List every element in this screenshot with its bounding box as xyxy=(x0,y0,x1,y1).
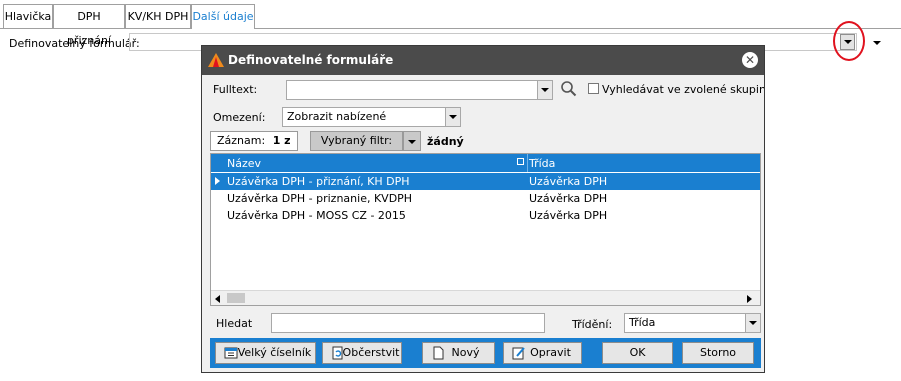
cell-name: Uzávěrka DPH - MOSS CZ - 2015 xyxy=(227,209,406,222)
cell-class: Uzávěrka DPH xyxy=(529,192,608,205)
forms-table: Název Třída Uzávěrka DPH - přiznání, KH … xyxy=(210,153,761,306)
trideni-dropdown-button[interactable] xyxy=(745,314,760,332)
highlight-circle xyxy=(833,21,865,61)
horizontal-scrollbar[interactable] xyxy=(211,290,760,305)
ok-button[interactable]: OK xyxy=(602,342,673,364)
trideni-label: Třídění: xyxy=(572,318,613,331)
refresh-label: Občerstvit xyxy=(342,346,400,359)
definable-forms-dialog: Definovatelné formuláře ✕ Fulltext: Vyhl… xyxy=(201,45,765,373)
search-group-label: Vyhledávat ve zvolené skupině / t xyxy=(602,83,764,96)
filter-dropdown-button[interactable] xyxy=(403,131,421,151)
column-divider xyxy=(527,154,528,172)
new-label: Nový xyxy=(451,346,480,359)
tab-label: Další údaje xyxy=(192,10,254,23)
scroll-left-icon[interactable] xyxy=(215,295,220,303)
cell-name: Uzávěrka DPH - priznanie, KVDPH xyxy=(227,192,413,205)
table-row[interactable]: Uzávěrka DPH - priznanie, KVDPH Uzávěrka… xyxy=(211,190,760,207)
tab-label: Hlavička xyxy=(4,10,52,23)
close-icon[interactable]: ✕ xyxy=(742,52,758,68)
row-pointer-icon xyxy=(215,177,220,185)
tab-hlavicka[interactable]: Hlavička xyxy=(3,4,53,28)
filter-value: žádný xyxy=(427,135,464,148)
cancel-label: Storno xyxy=(699,346,737,359)
scroll-thumb[interactable] xyxy=(227,293,245,303)
dialog-button-bar: Velký číselník Občerstvit Nový Opravit O… xyxy=(210,338,761,368)
chevron-down-icon xyxy=(541,88,549,92)
big-list-button[interactable]: Velký číselník xyxy=(215,342,316,364)
column-header-nazev[interactable]: Název xyxy=(227,157,261,170)
hledat-label: Hledat xyxy=(216,317,253,330)
definable-form-label: Definovatelný formulář: xyxy=(9,37,140,50)
fulltext-input[interactable] xyxy=(286,80,553,100)
record-counter: Záznam: 1 z 3 xyxy=(210,131,298,165)
cancel-button[interactable]: Storno xyxy=(682,342,754,364)
new-button[interactable]: Nový xyxy=(422,342,495,364)
refresh-icon xyxy=(332,346,343,360)
hledat-input[interactable] xyxy=(271,313,545,333)
record-label: Záznam: xyxy=(217,134,266,147)
column-options-icon[interactable] xyxy=(517,158,524,165)
omezeni-select[interactable]: Zobrazit nabízené xyxy=(282,107,461,127)
cell-name: Uzávěrka DPH - přiznání, KH DPH xyxy=(227,175,410,188)
omezeni-value: Zobrazit nabízené xyxy=(287,110,387,123)
filter-label: Vybraný filtr: xyxy=(320,134,393,147)
tab-kv-kh-dph[interactable]: KV/KH DPH xyxy=(125,4,191,28)
cell-class: Uzávěrka DPH xyxy=(529,175,608,188)
refresh-button[interactable]: Občerstvit xyxy=(322,342,402,364)
search-icon[interactable] xyxy=(560,80,577,97)
column-header-trida[interactable]: Třída xyxy=(529,157,555,170)
trideni-select[interactable]: Třída xyxy=(624,313,761,333)
app-logo-icon xyxy=(208,53,224,67)
big-list-label: Velký číselník xyxy=(237,346,312,359)
scroll-right-icon[interactable] xyxy=(747,295,752,303)
search-group-checkbox[interactable] xyxy=(588,83,599,94)
new-document-icon xyxy=(433,346,444,360)
table-row[interactable]: Uzávěrka DPH - MOSS CZ - 2015 Uzávěrka D… xyxy=(211,207,760,224)
tab-dalsi-udaje[interactable]: Další údaje xyxy=(191,4,255,29)
tab-dph-priznani[interactable]: DPH přiznání xyxy=(53,4,125,47)
omezeni-label: Omezení: xyxy=(213,111,266,124)
cell-class: Uzávěrka DPH xyxy=(529,209,608,222)
trideni-value: Třída xyxy=(629,316,656,329)
edit-pencil-icon xyxy=(512,347,525,360)
edit-button[interactable]: Opravit xyxy=(503,342,582,364)
edit-label: Opravit xyxy=(530,346,571,359)
chevron-down-icon xyxy=(449,115,457,119)
filter-button[interactable]: Vybraný filtr: xyxy=(310,131,403,151)
dialog-titlebar: Definovatelné formuláře ✕ xyxy=(202,46,764,75)
fulltext-label: Fulltext: xyxy=(213,83,258,96)
table-window-icon xyxy=(224,347,238,359)
fulltext-dropdown-button[interactable] xyxy=(537,81,552,99)
chevron-down-icon xyxy=(749,321,757,325)
ok-label: OK xyxy=(629,346,646,359)
omezeni-dropdown-button[interactable] xyxy=(445,108,460,126)
table-row[interactable]: Uzávěrka DPH - přiznání, KH DPH Uzávěrka… xyxy=(211,173,760,190)
tab-strip: Hlavička DPH přiznání KV/KH DPH Další úd… xyxy=(0,0,901,47)
chevron-down-icon xyxy=(408,140,416,144)
dialog-title: Definovatelné formuláře xyxy=(228,53,394,67)
tab-label: KV/KH DPH xyxy=(127,10,189,23)
chevron-down-icon[interactable] xyxy=(873,41,881,45)
table-header: Název Třída xyxy=(211,154,760,172)
